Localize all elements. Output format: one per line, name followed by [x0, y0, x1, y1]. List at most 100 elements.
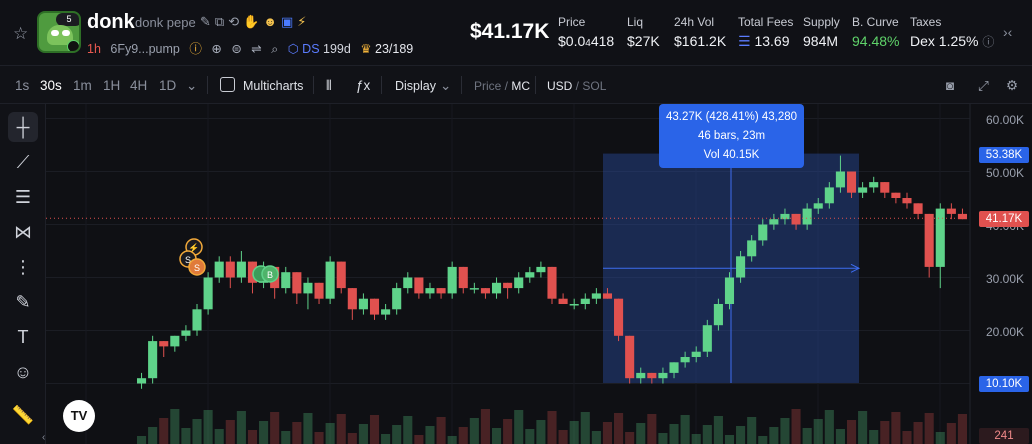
candle-body	[802, 208, 812, 225]
token-avatar[interactable]: 5	[37, 11, 81, 53]
favorite-star-icon[interactable]: ☆	[13, 24, 28, 44]
warning-icon[interactable]: ⓘ	[189, 42, 202, 56]
settings-gear-icon[interactable]: ⚙	[1006, 78, 1018, 94]
edit-icon[interactable]: ✎	[200, 14, 215, 29]
volume-bar	[447, 436, 457, 444]
buy-marker-label: B	[267, 270, 273, 280]
candle-body	[347, 288, 357, 310]
stat-taxes: Taxes Dex 1.25% ⓘ	[910, 15, 995, 49]
tradingview-logo[interactable]: TV	[63, 400, 95, 432]
volume-bar	[436, 417, 446, 444]
fullscreen-icon[interactable]: ⤢	[978, 78, 989, 94]
candle-body	[824, 187, 834, 204]
candle-body	[358, 298, 368, 310]
fib-icon[interactable]: ⋮	[8, 252, 38, 282]
candle-body	[170, 335, 180, 347]
horizontal-lines-icon[interactable]: ☰	[8, 182, 38, 212]
crosshair-icon[interactable]: ┼	[8, 112, 38, 142]
expand-icon[interactable]: ›‹	[1003, 24, 1012, 40]
copy-icon[interactable]: ⧉	[215, 14, 228, 29]
volume-bar	[891, 412, 901, 444]
volume-bar	[902, 431, 912, 444]
emoji-icon[interactable]: ☺	[8, 357, 38, 387]
volume-bar	[159, 418, 169, 444]
multicharts-label[interactable]: Multicharts	[243, 79, 303, 93]
community-icon[interactable]: ☻	[263, 14, 281, 29]
token-meta-row: 1h 6Fy9...pump ⓘ ⊕ ⊜ ⇌ ⌕ ⬡ DS 199d ♛ 23/…	[87, 38, 413, 57]
candlestick-chart[interactable]: ⚡ S S B	[46, 104, 1032, 444]
volume-bar	[469, 418, 479, 444]
website-icon[interactable]: ⊕	[211, 42, 221, 56]
candle-body	[514, 277, 524, 289]
candle-body	[369, 298, 380, 315]
sol-icon: ☰	[738, 33, 751, 49]
volume-bar	[381, 434, 391, 444]
timeframe-1s[interactable]: 1s	[15, 78, 29, 93]
volume-bar	[414, 435, 424, 444]
indicators-icon[interactable]: ƒx	[356, 78, 370, 93]
usd-sol-toggle[interactable]: USD / SOL	[547, 79, 606, 93]
timeframe-1d[interactable]: 1D	[159, 78, 176, 93]
stat-supply: Supply 984M	[803, 15, 840, 49]
price-mc-toggle[interactable]: Price / MC	[474, 79, 530, 93]
candle-body	[902, 198, 912, 204]
ruler-icon[interactable]: 📏	[8, 400, 38, 430]
candle-body	[203, 277, 213, 310]
volume-bar	[303, 413, 313, 444]
multicharts-checkbox[interactable]	[220, 77, 235, 92]
candle-body	[414, 277, 424, 294]
token-header: ☆ 5 donk donk pepe ✎⧉⟲✋☻▣⚡ 1h 6Fy9...pum…	[0, 0, 1032, 66]
volume-bar	[192, 419, 202, 444]
candle-body	[181, 330, 191, 336]
volume-bar	[924, 413, 934, 444]
twitter-icon[interactable]: ⊜	[231, 42, 241, 56]
volume-bar	[137, 436, 147, 444]
y-tick-60k: 60.00K	[986, 113, 1025, 127]
display-dropdown-icon[interactable]: ⌄	[440, 78, 451, 94]
timeframe-1h[interactable]: 1H	[103, 78, 120, 93]
share-icon[interactable]: ⟲	[228, 14, 243, 29]
search-icon[interactable]: ⌕	[271, 42, 278, 56]
candle-body	[736, 256, 746, 278]
volume-bar	[181, 428, 191, 444]
brush-icon[interactable]: ✎	[8, 287, 38, 317]
chart-link-icon[interactable]: ▣	[281, 14, 297, 29]
lightning-icon[interactable]: ⚡	[297, 14, 310, 29]
collapse-toolbar-icon[interactable]: ‹	[42, 432, 45, 443]
token-name: donk	[87, 11, 135, 33]
token-age: 1h	[87, 42, 101, 56]
dexscreener-icon[interactable]: ⬡	[288, 42, 299, 56]
volume-bar	[547, 411, 557, 444]
volume-bar	[647, 414, 657, 444]
display-button[interactable]: Display	[395, 79, 436, 93]
telegram-icon[interactable]: ⇌	[251, 42, 261, 56]
timeframe-1m[interactable]: 1m	[73, 78, 92, 93]
candle-body	[924, 213, 934, 267]
current-price-tag: 41.17K	[979, 211, 1029, 227]
volume-bar	[736, 426, 746, 444]
candle-body	[758, 224, 768, 241]
candle-body	[569, 304, 579, 306]
volume-bar	[203, 410, 213, 444]
candle-body	[303, 282, 313, 294]
camera-icon[interactable]: ◙	[946, 78, 954, 93]
volume-bar	[514, 410, 524, 444]
candle-body	[747, 240, 757, 257]
timeframe-30s[interactable]: 30s	[40, 78, 62, 93]
pattern-icon[interactable]: ⋈	[8, 217, 38, 247]
volume-bar	[292, 422, 302, 444]
volume-bar	[148, 427, 158, 444]
dex-label: DS	[302, 42, 320, 56]
volume-bar	[791, 409, 801, 444]
trendline-icon[interactable]: ⟋	[8, 147, 38, 177]
candle-type-icon[interactable]: ⫴	[326, 78, 332, 94]
volume-bar	[614, 413, 624, 444]
volume-bar	[247, 430, 258, 444]
volume-bar	[270, 412, 280, 444]
hand-icon[interactable]: ✋	[243, 14, 263, 29]
text-tool-icon[interactable]: T	[8, 322, 38, 352]
timeframe-4h[interactable]: 4H	[130, 78, 147, 93]
token-address[interactable]: 6Fy9...pump	[110, 42, 179, 56]
volume-bar	[802, 428, 812, 444]
timeframe-dropdown-icon[interactable]: ⌄	[186, 78, 197, 94]
